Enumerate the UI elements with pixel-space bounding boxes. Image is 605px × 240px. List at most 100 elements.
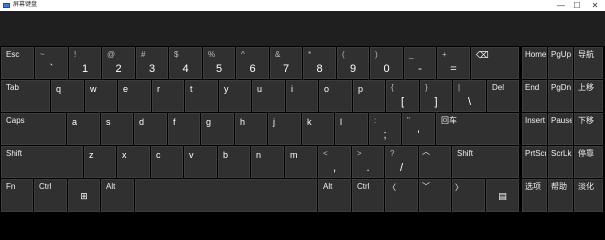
key-c[interactable]: c — [151, 146, 183, 178]
key-label: - — [418, 63, 422, 75]
key-w[interactable]: w — [85, 80, 117, 112]
key-equal[interactable]: + = — [437, 47, 470, 79]
key-quote[interactable]: " ' — [402, 113, 435, 145]
key-insert[interactable]: Insert — [522, 113, 547, 145]
key-label: Pause — [551, 116, 573, 125]
key-d[interactable]: d — [134, 113, 167, 145]
key-3[interactable]: #3 — [136, 47, 168, 79]
key-q[interactable]: q — [51, 80, 84, 112]
key-7[interactable]: & 7 — [270, 47, 302, 79]
key-6[interactable]: ^ 6 — [236, 47, 269, 79]
key-g[interactable]: g — [201, 113, 234, 145]
key-fn[interactable]: Fn — [1, 179, 33, 212]
key-arrow-up[interactable]: ︿ — [419, 146, 451, 178]
minimize-button[interactable]: — — [554, 0, 568, 11]
key-menu[interactable]: ▤ — [486, 179, 519, 212]
key-2[interactable]: @2 — [102, 47, 135, 79]
key-del[interactable]: Del — [487, 80, 519, 112]
key-pause[interactable]: Pause — [548, 113, 573, 145]
key-options[interactable]: 选项 — [522, 179, 547, 212]
key-comma[interactable]: <, — [318, 146, 351, 178]
key-s[interactable]: s — [101, 113, 133, 145]
key-v[interactable]: v — [184, 146, 217, 178]
key-dock[interactable]: 停靠 — [574, 146, 603, 178]
key-1[interactable]: ! 1 — [69, 47, 101, 79]
key-label: Tab — [6, 83, 19, 92]
key-backslash[interactable]: | \ — [453, 80, 486, 112]
key-r[interactable]: r — [152, 80, 184, 112]
key-x[interactable]: x — [117, 146, 150, 178]
key-help[interactable]: 帮助 — [548, 179, 573, 212]
key-9[interactable]: (9 — [337, 47, 369, 79]
key-windows[interactable]: ⊞ — [68, 179, 100, 212]
key-o[interactable]: o — [319, 80, 352, 112]
key-0[interactable]: ) 0 — [370, 47, 403, 79]
key-caps[interactable]: Caps — [1, 113, 66, 145]
key-y[interactable]: y — [219, 80, 251, 112]
key-label: PgUp — [551, 50, 572, 59]
key-left-bracket[interactable]: {[ — [386, 80, 419, 112]
key-label: o — [324, 84, 330, 94]
key-backtick[interactable]: ~ ` — [35, 47, 68, 79]
key-m[interactable]: m — [285, 146, 317, 178]
key-shift-label: $ — [174, 50, 179, 59]
key-label: \ — [467, 96, 472, 108]
key-u[interactable]: u — [252, 80, 285, 112]
key-n[interactable]: n — [251, 146, 284, 178]
key-pgdn[interactable]: PgDn — [548, 80, 573, 112]
key-move-up[interactable]: 上移 — [574, 80, 603, 112]
key-scrlk[interactable]: ScrLk — [548, 146, 573, 178]
key-label: 8 — [316, 63, 323, 75]
key-period[interactable]: >. — [352, 146, 384, 178]
key-label: 选项 — [525, 182, 541, 191]
key-arrow-left[interactable]: 〈 — [385, 179, 418, 212]
key-move-down[interactable]: 下移 — [574, 113, 603, 145]
key-b[interactable]: b — [218, 146, 250, 178]
key-label: m — [290, 150, 298, 160]
key-arrow-right[interactable]: 〉 — [452, 179, 485, 212]
key-label: Shift — [457, 149, 474, 158]
key-p[interactable]: p — [353, 80, 385, 112]
key-fade[interactable]: 淡化 — [574, 179, 603, 212]
key-end[interactable]: End — [522, 80, 547, 112]
key-a[interactable]: a — [67, 113, 100, 145]
key-arrow-down[interactable]: ﹀ — [419, 179, 451, 212]
key-k[interactable]: k — [302, 113, 334, 145]
key-prtscn[interactable]: PrtScn — [522, 146, 547, 178]
key-label: Insert — [525, 116, 546, 125]
key-5[interactable]: % 5 — [203, 47, 235, 79]
key-label: w — [90, 84, 97, 94]
key-nav[interactable]: 导航 — [574, 47, 603, 79]
key-semicolon[interactable]: :; — [369, 113, 401, 145]
key-home[interactable]: Home — [522, 47, 547, 79]
key-backspace[interactable]: ⌫ — [471, 47, 519, 79]
key-j[interactable]: j — [268, 113, 301, 145]
key-pgup[interactable]: PgUp — [548, 47, 573, 79]
key-e[interactable]: e — [118, 80, 151, 112]
key-l[interactable]: l — [335, 113, 368, 145]
key-right-bracket[interactable]: }] — [420, 80, 452, 112]
menu-icon: ▤ — [498, 190, 507, 201]
key-8[interactable]: * 8 — [303, 47, 336, 79]
key-space[interactable] — [135, 179, 317, 212]
key-t[interactable]: t — [185, 80, 218, 112]
close-button[interactable]: ✕ — [588, 0, 602, 11]
key-enter[interactable]: 回车 — [436, 113, 519, 145]
key-4[interactable]: $4 — [169, 47, 202, 79]
key-minus[interactable]: _ - — [404, 47, 436, 79]
key-h[interactable]: h — [235, 113, 267, 145]
key-i[interactable]: i — [286, 80, 318, 112]
key-alt-left[interactable]: Alt — [101, 179, 134, 212]
key-ctrl-left[interactable]: Ctrl — [34, 179, 67, 212]
key-tab[interactable]: Tab — [1, 80, 50, 112]
maximize-button[interactable]: ☐ — [570, 0, 584, 11]
key-shift-left[interactable]: Shift — [1, 146, 83, 178]
key-shift-right[interactable]: Shift — [452, 146, 519, 178]
key-slash[interactable]: ? / — [385, 146, 418, 178]
key-esc[interactable]: Esc — [1, 47, 34, 79]
key-ctrl-right[interactable]: Ctrl — [352, 179, 384, 212]
key-alt-right[interactable]: Alt — [318, 179, 351, 212]
key-f[interactable]: f — [168, 113, 200, 145]
key-label: 9 — [349, 63, 357, 75]
key-z[interactable]: z — [84, 146, 116, 178]
